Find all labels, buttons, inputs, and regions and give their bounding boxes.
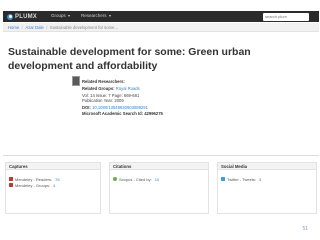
search-input[interactable]: search plum xyxy=(263,12,309,21)
citations-panel: Citations Scopus - Cited by: 10 xyxy=(109,162,209,214)
mendeley-groups-row[interactable]: Mendeley - Groups: 4 xyxy=(6,182,100,188)
doi-line: DOI: 10.1080/13549830903089291 xyxy=(82,105,148,110)
chevron-down-icon xyxy=(67,14,70,17)
mendeley-readers-count[interactable]: 76 xyxy=(55,177,59,182)
mendeley-readers-label: Mendeley - Readers: xyxy=(15,176,53,182)
logo-text: PLUMX xyxy=(15,13,37,20)
mendeley-icon xyxy=(9,177,13,181)
msas-line: Microsoft Academic Search Id: 42996275 xyxy=(82,111,163,116)
twitter-label: Twitter - Tweets: xyxy=(227,176,257,182)
scopus-label: Scopus - Cited by: xyxy=(119,176,152,182)
top-navigation-bar: PLUMX Groups Researchers search plum xyxy=(3,11,319,22)
related-researchers: Related Researchers: xyxy=(82,79,125,84)
related-groups-link[interactable]: Royal Roads xyxy=(116,86,140,91)
nav-groups[interactable]: Groups xyxy=(51,13,70,18)
twitter-count[interactable]: 3 xyxy=(259,177,261,182)
scopus-row[interactable]: Scopus - Cited by: 10 xyxy=(110,176,208,182)
captures-title: Captures xyxy=(6,163,100,170)
doi-link[interactable]: 10.1080/13549830903089291 xyxy=(92,105,148,110)
metrics-panels: Captures Mendeley - Readers: 76 Mendeley… xyxy=(3,155,319,215)
plumx-logo[interactable]: PLUMX xyxy=(7,13,37,20)
breadcrumb-researcher[interactable]: Azar Dale xyxy=(25,25,43,30)
social-media-title: Social Media xyxy=(218,163,316,170)
nav-researchers[interactable]: Researchers xyxy=(81,13,111,18)
plum-logo-icon xyxy=(7,13,13,20)
twitter-icon xyxy=(221,177,225,181)
doi-label: DOI: xyxy=(82,105,91,110)
mendeley-groups-count[interactable]: 4 xyxy=(53,183,55,188)
related-groups-label: Related Groups: xyxy=(82,86,115,91)
related-groups: Related Groups: Royal Roads xyxy=(82,86,140,91)
related-researchers-label: Related Researchers: xyxy=(82,79,125,84)
breadcrumb: Home / Azar Dale / Sustainable developme… xyxy=(3,23,319,32)
researcher-avatar[interactable] xyxy=(72,76,80,86)
msas-label: Microsoft Academic Search Id: xyxy=(82,111,144,116)
nav-researchers-label: Researchers xyxy=(81,13,107,18)
breadcrumb-current: Sustainable development for some... xyxy=(49,24,118,30)
social-media-panel: Social Media Twitter - Tweets: 3 xyxy=(217,162,317,214)
mendeley-icon xyxy=(9,183,13,187)
msas-value: 42996275 xyxy=(144,111,163,116)
publication-year: Publication Year: 2009 xyxy=(82,98,124,103)
mendeley-groups-label: Mendeley - Groups: xyxy=(15,182,51,188)
page-title: Sustainable development for some: Green … xyxy=(8,46,251,72)
slide-page-number: 51 xyxy=(302,226,308,232)
breadcrumb-home[interactable]: Home xyxy=(8,25,19,30)
citations-title: Citations xyxy=(110,163,208,170)
chevron-down-icon xyxy=(108,14,111,17)
captures-panel: Captures Mendeley - Readers: 76 Mendeley… xyxy=(5,162,101,214)
twitter-row[interactable]: Twitter - Tweets: 3 xyxy=(218,176,316,182)
nav-groups-label: Groups xyxy=(51,13,66,18)
scopus-icon xyxy=(113,177,117,181)
scopus-count[interactable]: 10 xyxy=(155,177,159,182)
